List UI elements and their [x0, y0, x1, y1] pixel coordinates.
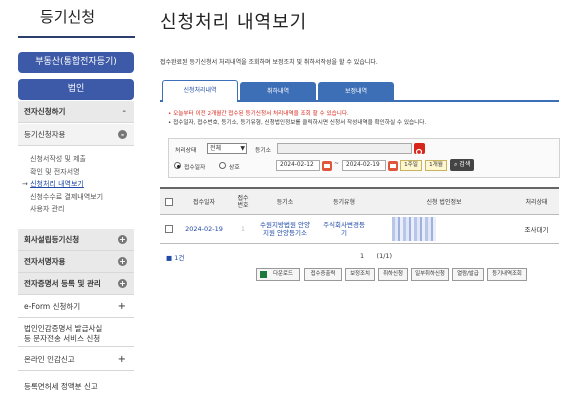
sidebar-item-eform[interactable]: e-Form 신청하기 +	[18, 296, 134, 318]
sidebar-divider	[18, 36, 135, 38]
sidebar-group-label: 회사설립등기신청	[24, 235, 80, 244]
office-search-button[interactable]	[414, 143, 425, 157]
sidebar-item-seal[interactable]: 온라인 인감신고 +	[18, 349, 134, 371]
expand-icon[interactable]: +	[118, 296, 126, 318]
table-header: 등기유형	[314, 189, 374, 215]
row-type-link[interactable]: 주식회사변경등 기	[314, 215, 374, 244]
sidebar-item-fee[interactable]: 신청수수료 결제내역보기	[30, 191, 134, 204]
one-month-button[interactable]: 1개월	[425, 160, 447, 171]
one-week-button[interactable]: 1주일	[400, 160, 422, 171]
radio-date-label: 접수일자	[184, 165, 206, 171]
sidebar-section-e-application[interactable]: 전자신청하기 -	[18, 101, 134, 123]
partial-withdraw-button[interactable]: 일부취하신청	[411, 268, 449, 281]
sidebar-item-history-label: 신청처리 내역보기	[30, 180, 84, 188]
table-header: 접수 번호	[230, 189, 256, 215]
sidebar-item-tax[interactable]: 등록면허세 정액분 신고	[18, 376, 134, 398]
tab-processing[interactable]: 신청처리내역	[162, 80, 238, 102]
tab-withdrawal[interactable]: 취하내역	[240, 82, 316, 102]
sidebar-item-write[interactable]: 신청서작성 및 제출	[30, 153, 134, 166]
row-status: 조사대기	[514, 215, 559, 244]
table-header: 처리상태	[514, 189, 559, 215]
status-select[interactable]: 전체 ▼	[207, 143, 247, 154]
registry-history-button[interactable]: 등기내역조회	[487, 268, 527, 281]
calendar-icon[interactable]	[388, 161, 398, 171]
history-table: 접수일자 접수 번호 등기소 등기유형 신청 법인정보 처리상태 2024-02…	[160, 187, 559, 245]
sidebar-item-sign[interactable]: 확인 및 전자서명	[30, 166, 134, 179]
search-icon	[415, 148, 424, 157]
row-number[interactable]: 1	[230, 215, 256, 244]
sidebar-group-certificate[interactable]: 전자증명서 등록 및 관리 +	[18, 273, 134, 295]
row-date-link[interactable]: 2024-02-19	[178, 215, 230, 244]
row-corp-info[interactable]	[374, 215, 514, 244]
receipt-print-button[interactable]: 접수증출력	[304, 268, 342, 281]
row-checkbox[interactable]	[165, 225, 173, 233]
sidebar-submenu: 신청서작성 및 제출 확인 및 전자서명 → 신청처리 내역보기 신청수수료 결…	[18, 153, 134, 216]
search-icon: ⌕	[454, 161, 458, 168]
calendar-icon[interactable]	[322, 161, 332, 171]
expand-icon[interactable]: +	[118, 349, 126, 371]
table-header-check	[160, 189, 178, 215]
sidebar-group-company-setup[interactable]: 회사설립등기신청 +	[18, 229, 134, 251]
office-input[interactable]	[277, 143, 412, 154]
list-bullet-icon: ■	[166, 254, 175, 262]
view-issue-button[interactable]: 열람/발급	[452, 268, 484, 281]
collapse-icon[interactable]: -	[118, 130, 127, 139]
corp-button[interactable]: 법인	[18, 79, 134, 100]
download-button[interactable]: 다운로드	[256, 268, 300, 281]
page-description: 접수완료된 등기신청서 처리내역을 조회하며 보정조치 및 취하서작성을 할 수…	[160, 59, 378, 66]
expand-icon[interactable]: +	[118, 279, 127, 288]
chevron-down-icon: ▼	[240, 145, 245, 152]
tab-bar: 신청처리내역 취하내역 보정내역	[160, 80, 559, 102]
expand-icon[interactable]: +	[118, 257, 127, 266]
sidebar-section-label: 등기신청자용	[24, 130, 66, 139]
sidebar-group-label: 전자증명서 등록 및 관리	[24, 279, 101, 288]
radio-date[interactable]	[174, 162, 181, 169]
date-separator: ~	[334, 161, 339, 167]
withdraw-button[interactable]: 취하신청	[378, 268, 408, 281]
notice-red: • 오늘부터 이전 2개월간 접수된 등기신청서 처리내역을 조회 할 수 있습…	[168, 111, 349, 117]
date-to-input[interactable]: 2024-02-19	[342, 160, 386, 171]
notice-gray: • 접수일자, 접수번호, 등기소, 등기유형, 신청법인정보를 클릭하시면 신…	[168, 119, 427, 126]
sidebar-section-label: 전자신청하기	[24, 107, 66, 116]
redacted-corp-info	[392, 217, 436, 241]
real-estate-button[interactable]: 부동산(통합전자등기)	[18, 52, 134, 73]
status-select-value: 전체	[210, 145, 222, 152]
excel-icon	[260, 271, 267, 278]
download-label: 다운로드	[273, 271, 293, 277]
table-header: 등기소	[256, 189, 314, 215]
sidebar-item-sms[interactable]: 법인인감증명서 발급사실 등 문자전송 서비스 신청	[18, 320, 134, 347]
sidebar-item-label: e-Form 신청하기	[24, 302, 81, 311]
select-all-checkbox[interactable]	[165, 197, 173, 206]
sidebar-group-signer[interactable]: 전자서명자용 +	[18, 251, 134, 273]
office-label: 등기소	[255, 148, 271, 154]
tab-correction[interactable]: 보정내역	[318, 82, 394, 102]
radio-trade[interactable]	[219, 162, 226, 169]
sidebar-item-label: 온라인 인감신고	[24, 355, 75, 364]
pagination[interactable]: 1 (1/1)	[360, 252, 392, 260]
search-panel: 처리상태 전체 ▼ 등기소 접수일자 상호 2024-02-12 ~ 2024-…	[168, 138, 560, 178]
collapse-icon[interactable]: -	[122, 101, 126, 123]
sidebar-item-history[interactable]: → 신청처리 내역보기	[22, 178, 134, 191]
radio-trade-label: 상호	[229, 165, 240, 171]
notice-list: • 오늘부터 이전 2개월간 접수된 등기신청서 처리내역을 조회 할 수 있습…	[168, 110, 426, 127]
page: 등기신청 부동산(통합전자등기) 법인 전자신청하기 - 등기신청자용 - 신청…	[0, 0, 567, 402]
row-office-link[interactable]: 수원지방법원 안양 지원 안양등기소	[256, 215, 314, 244]
row-checkbox-cell	[160, 215, 178, 244]
correction-button[interactable]: 보정조치	[345, 268, 375, 281]
total-count-label: 1건	[174, 254, 185, 262]
date-from-input[interactable]: 2024-02-12	[276, 160, 320, 171]
current-arrow-icon: →	[22, 180, 28, 188]
page-title: 신청처리 내역보기	[160, 12, 308, 33]
sidebar-item-users[interactable]: 사용자 관리	[30, 203, 134, 216]
sidebar-title: 등기신청	[39, 8, 96, 26]
table-header: 신청 법인정보	[374, 189, 514, 215]
sidebar-section-applicant[interactable]: 등기신청자용 -	[18, 124, 134, 146]
status-label: 처리상태	[175, 148, 197, 154]
search-button[interactable]: ⌕ 검색	[450, 159, 475, 171]
sidebar-group-label: 전자서명자용	[24, 257, 66, 266]
table-header: 접수일자	[178, 189, 230, 215]
expand-icon[interactable]: +	[118, 235, 127, 244]
search-button-label: 검색	[459, 161, 471, 168]
total-count: ■ 1건	[166, 252, 184, 262]
